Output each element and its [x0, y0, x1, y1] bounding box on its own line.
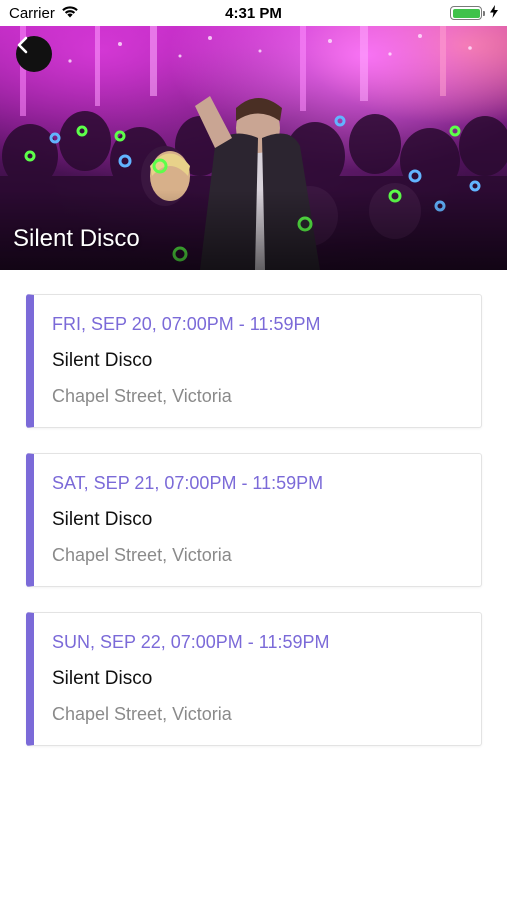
event-location: Chapel Street, Victoria	[52, 704, 232, 724]
back-button[interactable]	[16, 36, 52, 72]
page-title: Silent Disco	[13, 225, 140, 252]
event-card[interactable]: FRI, SEP 20, 07:00PM - 11:59PM Silent Di…	[26, 294, 482, 428]
carrier-label: Carrier	[9, 4, 55, 22]
wifi-icon	[61, 5, 79, 22]
event-card[interactable]: SAT, SEP 21, 07:00PM - 11:59PM Silent Di…	[26, 453, 482, 587]
chevron-left-icon	[17, 36, 28, 54]
event-date: SAT, SEP 21, 07:00PM - 11:59PM	[52, 473, 324, 493]
status-bar: Carrier 4:31 PM	[0, 0, 507, 26]
event-name: Silent Disco	[52, 668, 153, 689]
event-location: Chapel Street, Victoria	[52, 545, 232, 565]
bolt-icon	[490, 4, 498, 22]
event-card[interactable]: SUN, SEP 22, 07:00PM - 11:59PM Silent Di…	[26, 612, 482, 746]
event-date: SUN, SEP 22, 07:00PM - 11:59PM	[52, 632, 330, 652]
battery-icon	[450, 6, 485, 20]
event-list: FRI, SEP 20, 07:00PM - 11:59PM Silent Di…	[26, 294, 482, 771]
hero-image: Silent Disco	[0, 26, 507, 270]
event-location: Chapel Street, Victoria	[52, 386, 232, 406]
event-name: Silent Disco	[52, 350, 153, 371]
status-left: Carrier	[9, 5, 79, 22]
event-date: FRI, SEP 20, 07:00PM - 11:59PM	[52, 314, 321, 334]
event-name: Silent Disco	[52, 509, 153, 530]
status-right	[450, 4, 498, 22]
battery-fill	[452, 8, 480, 18]
